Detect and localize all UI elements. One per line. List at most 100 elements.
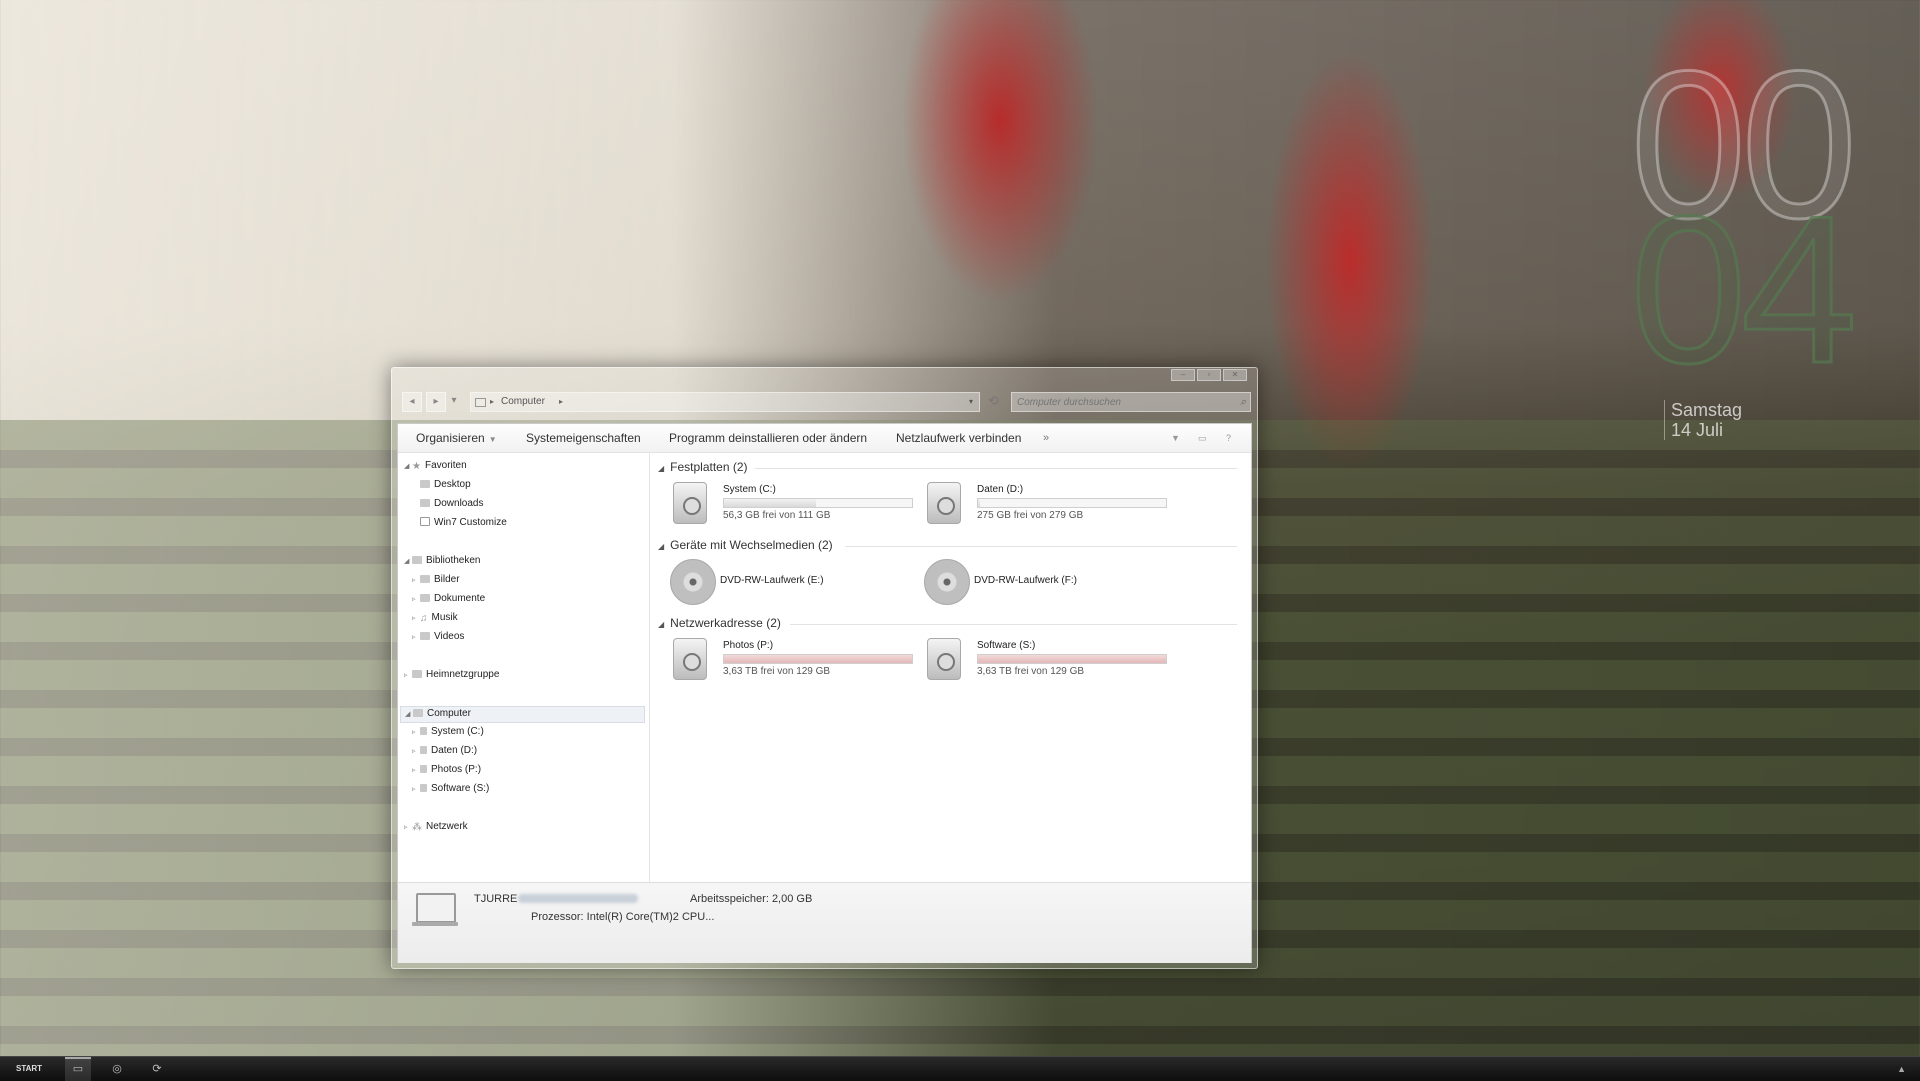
help-icon[interactable]: ? — [1226, 424, 1231, 452]
expand-arrow-icon[interactable]: ▹ — [412, 612, 420, 626]
expand-arrow-icon[interactable]: ◢ — [404, 460, 412, 474]
expand-arrow-icon[interactable]: ▹ — [412, 593, 420, 607]
clock-weekday: Samstag — [1671, 400, 1743, 420]
browser-taskbar-button[interactable]: ◎ — [104, 1059, 130, 1079]
music-note-icon: ♫ — [420, 613, 428, 624]
close-button[interactable]: ✕ — [1223, 369, 1247, 381]
nav-downloads[interactable]: Downloads — [420, 497, 483, 511]
redacted-workgroup — [518, 894, 638, 903]
usage-bar — [723, 498, 913, 508]
minimize-button[interactable]: – — [1171, 369, 1195, 381]
command-bar: Organisieren ▼ Systemeigenschaften Progra… — [398, 424, 1251, 453]
group-divider — [790, 624, 1237, 625]
view-options-icon[interactable]: ▼ — [1171, 424, 1180, 452]
nav-win7customize[interactable]: Win7 Customize — [420, 516, 507, 530]
nav-libraries[interactable]: ◢ Bibliotheken — [404, 554, 480, 569]
forward-button[interactable]: ▸ — [426, 392, 446, 412]
address-dropdown-icon[interactable]: ▾ — [969, 393, 973, 411]
breadcrumb-separator-icon[interactable]: ▸ — [559, 393, 563, 411]
uninstall-program-button[interactable]: Programm deinstallieren oder ändern — [669, 424, 867, 452]
network-drive-icon — [420, 765, 427, 773]
nav-label: Downloads — [434, 498, 484, 509]
expand-arrow-icon[interactable]: ▹ — [412, 764, 420, 778]
network-drive-icon — [420, 784, 427, 792]
group-network-locations[interactable]: ◢ Netzwerkadresse (2) — [658, 616, 781, 630]
videos-icon — [420, 632, 430, 640]
search-box[interactable]: ⌕ — [1011, 392, 1251, 412]
nav-label: Computer — [427, 708, 471, 719]
expand-arrow-icon[interactable]: ◢ — [404, 555, 412, 569]
organize-button[interactable]: Organisieren ▼ — [416, 424, 497, 452]
expand-arrow-icon[interactable]: ◢ — [405, 708, 413, 722]
refresh-icon[interactable]: ⟲ — [988, 393, 999, 409]
nav-favorites[interactable]: ◢ ★ Favoriten — [404, 459, 467, 474]
nav-drive-s[interactable]: ▹ Software (S:) — [412, 782, 489, 797]
maximize-button[interactable]: ▫ — [1197, 369, 1221, 381]
hard-drive-icon — [927, 482, 961, 524]
drive-d[interactable]: Daten (D:) 275 GB frei von 279 GB — [927, 480, 1177, 526]
refresh-icon: ⟳ — [152, 1063, 162, 1075]
group-label: Netzwerkadresse (2) — [670, 616, 781, 630]
desktop-clock-widget: 00 04 Samstag 14 Juli — [1629, 38, 1870, 460]
nav-documents[interactable]: ▹ Dokumente — [412, 592, 485, 607]
expand-arrow-icon[interactable]: ▹ — [412, 631, 420, 645]
homegroup-icon — [412, 670, 422, 678]
usage-bar-fill — [978, 499, 980, 507]
explorer-taskbar-button[interactable]: ▭ — [65, 1057, 91, 1081]
collapse-arrow-icon[interactable]: ◢ — [658, 620, 664, 629]
navigation-bar: ◂ ▸ ▾ ▸ Computer ▸ ▾ ⟲ ⌕ — [402, 392, 1251, 412]
nav-videos[interactable]: ▹ Videos — [412, 630, 464, 645]
nav-homegroup[interactable]: ▹ Heimnetzgruppe — [404, 668, 499, 683]
back-button[interactable]: ◂ — [402, 392, 422, 412]
drive-s[interactable]: Software (S:) 3,63 TB frei von 129 GB — [927, 636, 1177, 682]
expand-arrow-icon[interactable]: ▹ — [412, 783, 420, 797]
nav-drive-p[interactable]: ▹ Photos (P:) — [412, 763, 481, 778]
nav-music[interactable]: ▹ ♫ Musik — [412, 611, 458, 626]
nav-desktop[interactable]: Desktop — [420, 478, 471, 492]
nav-label: Desktop — [434, 479, 471, 490]
expand-arrow-icon[interactable]: ▹ — [412, 726, 420, 740]
group-hard-disks[interactable]: ◢ Festplatten (2) — [658, 460, 748, 474]
map-network-drive-button[interactable]: Netzlaufwerk verbinden — [896, 424, 1021, 452]
drive-e[interactable]: DVD-RW-Laufwerk (E:) — [670, 559, 920, 605]
nav-pictures[interactable]: ▹ Bilder — [412, 573, 460, 588]
collapse-arrow-icon[interactable]: ◢ — [658, 542, 664, 551]
nav-computer[interactable]: ◢ Computer — [400, 706, 645, 723]
drive-name: DVD-RW-Laufwerk (F:) — [974, 575, 1077, 586]
drive-c[interactable]: System (C:) 56,3 GB frei von 111 GB — [673, 480, 923, 526]
processor-label: Prozessor: — [531, 911, 584, 923]
expand-arrow-icon[interactable]: ▹ — [404, 669, 412, 683]
search-input[interactable] — [1012, 393, 1219, 411]
system-properties-button[interactable]: Systemeigenschaften — [526, 424, 641, 452]
expand-arrow-icon[interactable]: ▹ — [412, 574, 420, 588]
processor-value: Intel(R) Core(TM)2 CPU... — [586, 911, 715, 923]
memory-value: 2,00 GB — [771, 893, 813, 905]
nav-drive-c[interactable]: ▹ System (C:) — [412, 725, 484, 740]
group-divider — [845, 546, 1237, 547]
dvd-drive-icon — [670, 559, 716, 605]
preview-pane-icon[interactable]: ▭ — [1198, 424, 1207, 452]
nav-network[interactable]: ▹ ⁂ Netzwerk — [404, 820, 468, 835]
processor-info: Prozessor: Intel(R) Core(TM)2 CPU... — [531, 911, 714, 923]
address-bar[interactable]: ▸ Computer ▸ ▾ — [470, 392, 980, 412]
more-commands-button[interactable]: » — [1043, 424, 1049, 452]
breadcrumb-computer[interactable]: Computer — [501, 393, 545, 411]
network-drive-icon — [927, 638, 961, 680]
show-hidden-icons-button[interactable]: ▲ — [1897, 1057, 1906, 1081]
start-button[interactable]: START — [16, 1057, 42, 1081]
expand-arrow-icon[interactable]: ▹ — [412, 745, 420, 759]
recent-pages-button[interactable]: ▾ — [448, 392, 460, 410]
group-removable[interactable]: ◢ Geräte mit Wechselmedien (2) — [658, 538, 833, 552]
collapse-arrow-icon[interactable]: ◢ — [658, 464, 664, 473]
computer-icon — [413, 709, 423, 717]
drive-f[interactable]: DVD-RW-Laufwerk (F:) — [924, 559, 1174, 605]
drive-p[interactable]: Photos (P:) 3,63 TB frei von 129 GB — [673, 636, 923, 682]
nav-drive-d[interactable]: ▹ Daten (D:) — [412, 744, 477, 759]
desktop-icon — [420, 480, 430, 488]
expand-arrow-icon[interactable]: ▹ — [404, 821, 412, 835]
nav-label: Daten (D:) — [431, 745, 478, 756]
pictures-icon — [420, 575, 430, 583]
search-icon[interactable]: ⌕ — [1240, 393, 1246, 411]
sync-taskbar-button[interactable]: ⟳ — [144, 1059, 170, 1079]
group-label: Geräte mit Wechselmedien (2) — [670, 538, 833, 552]
